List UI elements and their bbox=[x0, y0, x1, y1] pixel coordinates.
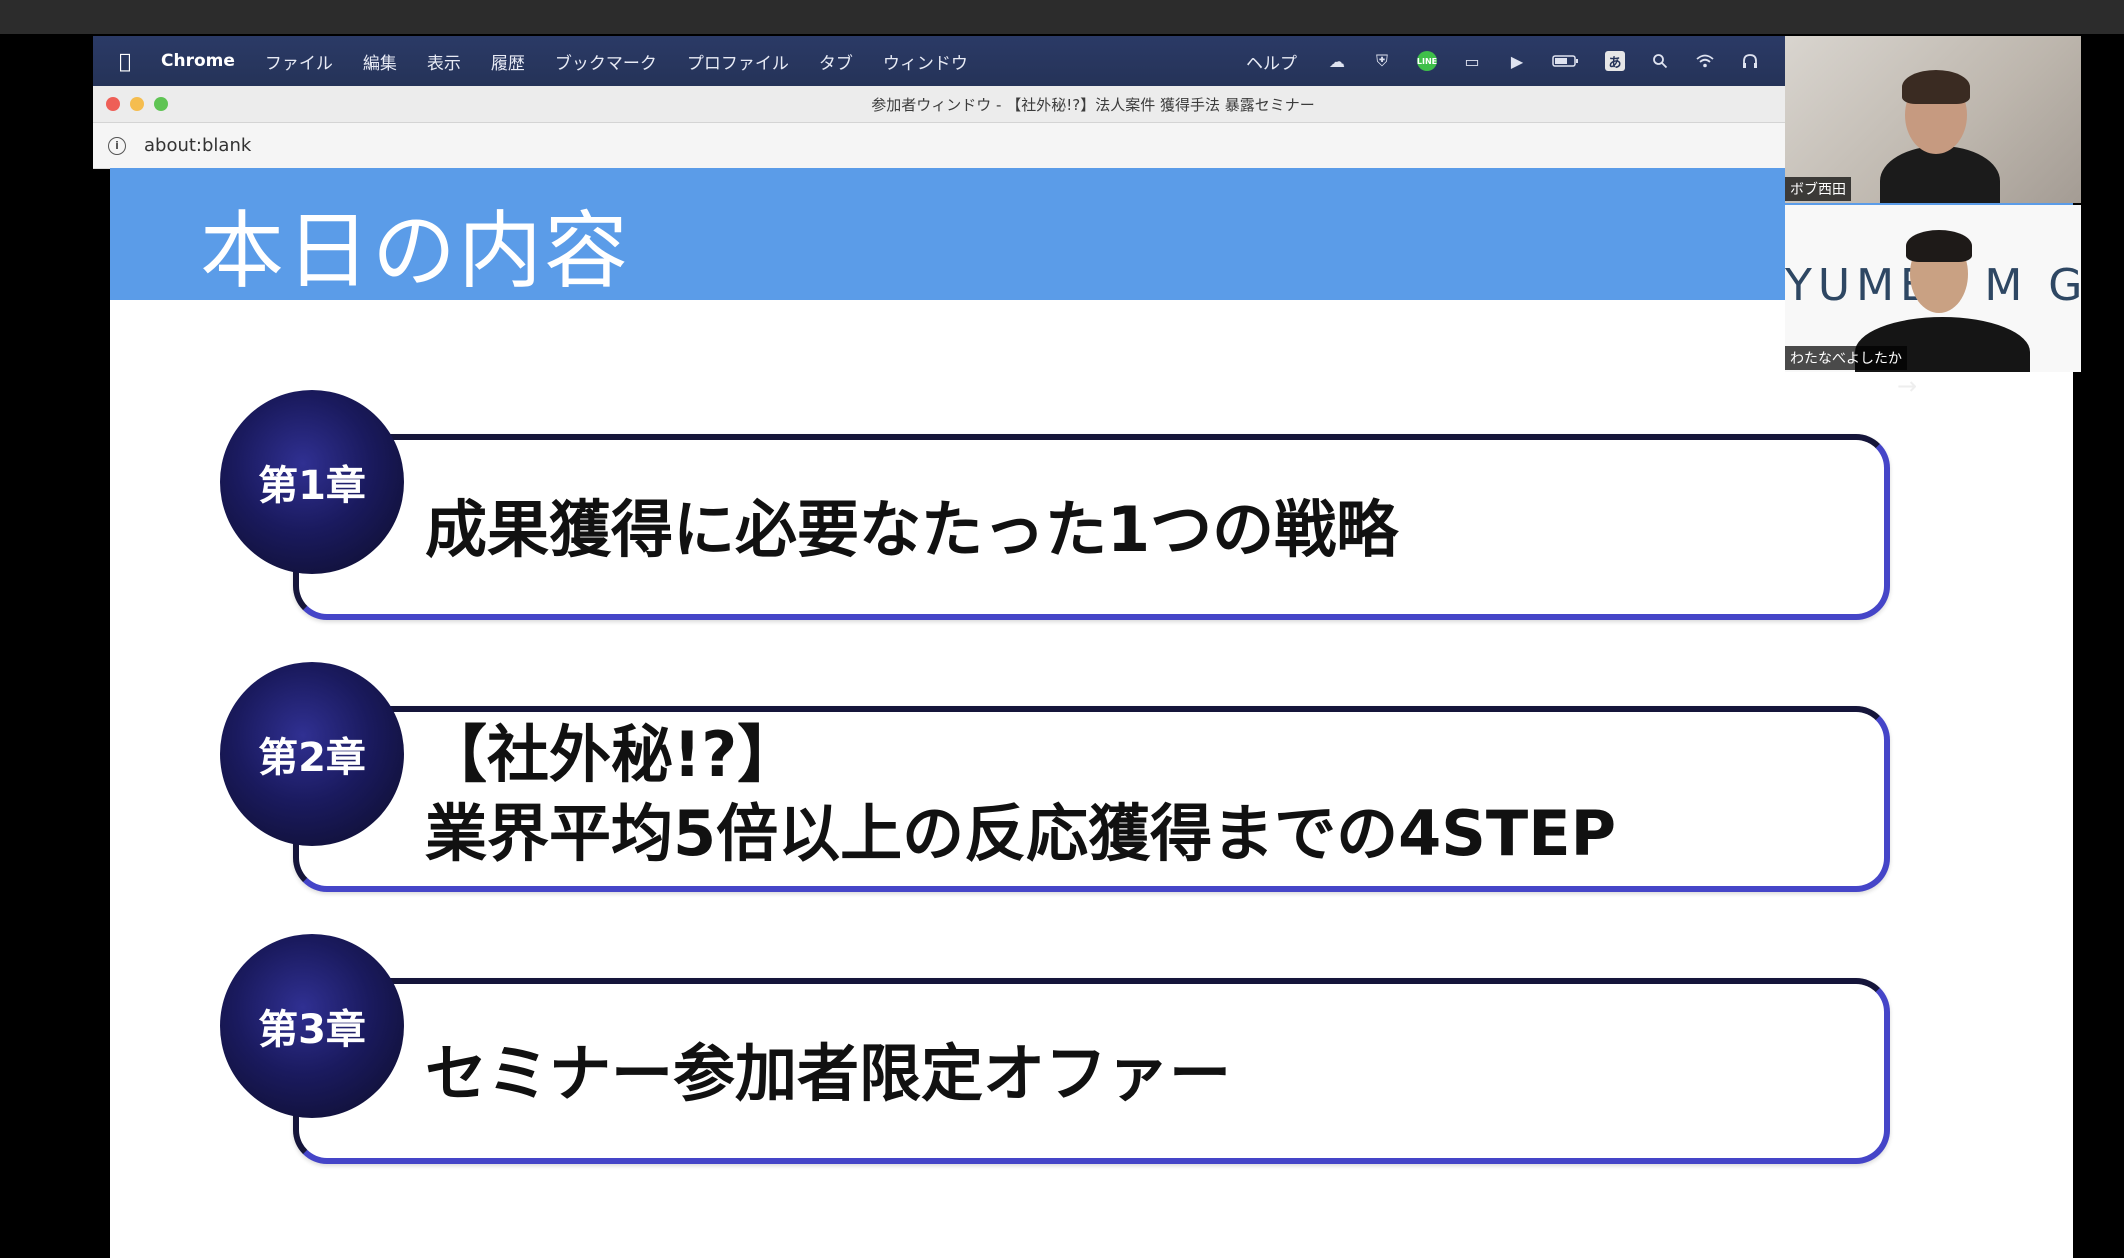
chapter-1: 第1章 成果獲得に必要なたった1つの戦略 bbox=[110, 390, 1890, 620]
battery-icon[interactable] bbox=[1552, 51, 1580, 71]
mac-menubar:  Chrome ファイル 編集 表示 履歴 ブックマーク プロファイル タブ … bbox=[93, 36, 1785, 86]
search-icon[interactable] bbox=[1650, 51, 1670, 71]
presentation-slide: 本日の内容 第1章 成果獲得に必要なたった1つの戦略 第2章 【社外秘!?】 業… bbox=[110, 168, 2073, 1258]
chapter-title-line2: 業界平均5倍以上の反応獲得までの4STEP bbox=[425, 797, 1617, 870]
participant-video-2[interactable]: YUMEL M GR わたなべよしたか bbox=[1785, 205, 2081, 372]
slide-header: 本日の内容 bbox=[110, 168, 2073, 300]
display-icon[interactable]: ▭ bbox=[1462, 51, 1482, 71]
url-text[interactable]: about:blank bbox=[144, 135, 251, 156]
participant-name: ボブ西田 bbox=[1785, 177, 1851, 201]
participant-name: わたなべよしたか bbox=[1785, 346, 1907, 370]
chapter-badge: 第3章 bbox=[220, 934, 404, 1118]
menu-profiles[interactable]: プロファイル bbox=[687, 49, 789, 74]
shield-icon[interactable]: ⛨ bbox=[1372, 51, 1392, 71]
menu-history[interactable]: 履歴 bbox=[491, 49, 525, 74]
chapter-title: 成果獲得に必要なたった1つの戦略 bbox=[425, 493, 1399, 566]
menu-edit[interactable]: 編集 bbox=[363, 49, 397, 74]
wifi-icon[interactable] bbox=[1695, 51, 1715, 71]
screen-top-bar bbox=[0, 0, 2124, 34]
chapter-2: 第2章 【社外秘!?】 業界平均5倍以上の反応獲得までの4STEP bbox=[110, 662, 1890, 892]
chapter-title-line1: 【社外秘!?】 bbox=[425, 718, 800, 791]
chapter-badge: 第2章 bbox=[220, 662, 404, 846]
menu-app-chrome[interactable]: Chrome bbox=[161, 51, 235, 71]
participant-video-1[interactable]: ボブ西田 bbox=[1785, 36, 2081, 203]
cloud-sync-icon[interactable]: ☁ bbox=[1327, 51, 1347, 71]
chapter-badge: 第1章 bbox=[220, 390, 404, 574]
line-icon[interactable]: LINE bbox=[1417, 51, 1437, 71]
participant-hair bbox=[1902, 70, 1970, 104]
participant-body bbox=[1880, 146, 2000, 203]
menu-tabs[interactable]: タブ bbox=[819, 49, 853, 74]
menu-window[interactable]: ウィンドウ bbox=[883, 49, 968, 74]
input-method-icon[interactable]: あ bbox=[1605, 51, 1625, 71]
chapter-3: 第3章 セミナー参加者限定オファー bbox=[110, 934, 1890, 1164]
address-bar[interactable]: i about:blank bbox=[93, 123, 1785, 169]
chapter-title: セミナー参加者限定オファー bbox=[425, 1037, 1232, 1110]
participant-hair bbox=[1906, 230, 1972, 262]
browser-title-bar: 参加者ウィンドウ - 【社外秘!?】法人案件 獲得手法 暴露セミナー bbox=[93, 86, 1785, 123]
apple-icon[interactable]:  bbox=[119, 49, 149, 73]
slide-title: 本日の内容 bbox=[200, 202, 631, 300]
headphones-icon[interactable] bbox=[1740, 51, 1760, 71]
left-margin bbox=[0, 34, 93, 1258]
menu-view[interactable]: 表示 bbox=[427, 49, 461, 74]
menu-bookmarks[interactable]: ブックマーク bbox=[555, 49, 657, 74]
menu-help[interactable]: ヘルプ bbox=[1246, 49, 1297, 74]
info-icon[interactable]: i bbox=[108, 136, 126, 155]
menu-file[interactable]: ファイル bbox=[265, 49, 333, 74]
play-icon[interactable]: ▶ bbox=[1507, 51, 1527, 71]
arrow-right-icon[interactable]: → bbox=[1897, 372, 1917, 400]
